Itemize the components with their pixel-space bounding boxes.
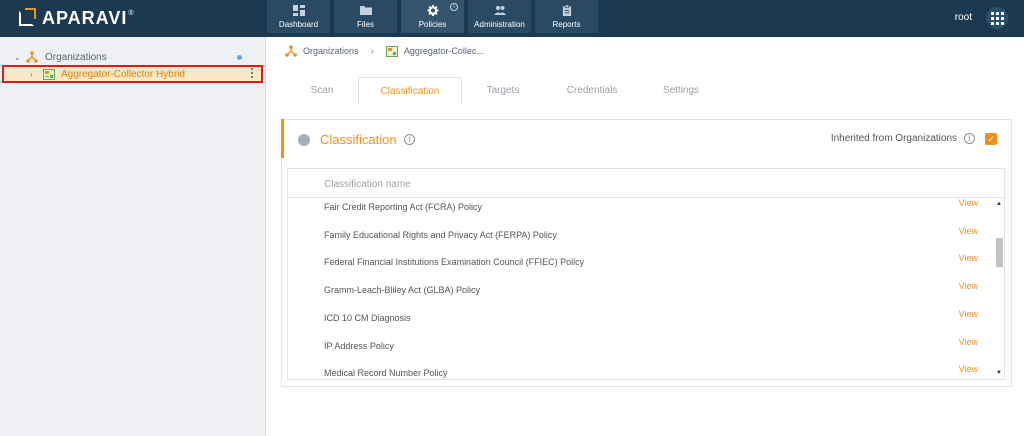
classification-name: ICD 10 CM Diagnosis (324, 312, 411, 323)
table-body: Fair Credit Reporting Act (FCRA) Policy … (288, 198, 993, 379)
nav-administration[interactable]: Administration (468, 0, 531, 33)
main-nav: Dashboard Files i Policies Administratio… (267, 0, 598, 37)
panel-accent (281, 119, 284, 158)
table-row: IP Address Policy View (288, 337, 993, 365)
more-options-icon[interactable] (251, 68, 253, 78)
inherited-checkbox[interactable]: ✓ (985, 133, 997, 145)
breadcrumb: Organizations › Aggregator-Collec... (285, 45, 484, 57)
logo-mark-icon (18, 8, 38, 28)
info-icon[interactable]: i (964, 133, 975, 144)
tab-settings[interactable]: Settings (656, 77, 706, 104)
classification-panel: Classification i Inherited from Organiza… (281, 119, 1012, 387)
nav-label: Policies (418, 20, 447, 29)
sidebar-tree: ⌄ Organizations › Aggregator-Collector H… (0, 37, 266, 436)
logo-text: APARAVI (42, 7, 128, 28)
apps-grid-button[interactable] (986, 7, 1008, 29)
view-link[interactable]: View (959, 281, 978, 291)
hierarchy-icon (26, 51, 38, 63)
view-link[interactable]: View (959, 309, 978, 319)
classification-icon (298, 134, 310, 146)
node-icon (385, 45, 398, 57)
chevron-down-icon[interactable]: ⌄ (14, 53, 26, 62)
view-link[interactable]: View (959, 364, 978, 374)
user-name[interactable]: root (955, 12, 972, 23)
classification-name: Medical Record Number Policy (324, 368, 448, 379)
scroll-up-icon[interactable]: ▲ (996, 201, 1002, 207)
table-row: Family Educational Rights and Privacy Ac… (288, 226, 993, 254)
gear-icon (427, 5, 438, 16)
nav-label: Files (357, 20, 374, 29)
tree-item-organizations[interactable]: ⌄ Organizations (14, 51, 107, 63)
inherited-label: Inherited from Organizations (830, 133, 957, 144)
nav-reports[interactable]: Reports (535, 0, 598, 33)
top-bar: APARAVI ® Dashboard Files i Policies Adm… (0, 0, 1024, 37)
nav-policies[interactable]: i Policies (401, 0, 464, 33)
table-row: ICD 10 CM Diagnosis View (288, 309, 993, 337)
info-icon[interactable]: i (450, 3, 458, 11)
scrollbar-thumb[interactable] (996, 238, 1003, 267)
apps-grid-icon (990, 11, 1004, 25)
info-icon[interactable]: i (404, 134, 415, 145)
aparavi-logo[interactable]: APARAVI ® (18, 7, 134, 29)
table-row: Gramm-Leach-Bliley Act (GLBA) Policy Vie… (288, 281, 993, 309)
logo-registered-mark: ® (128, 9, 134, 17)
column-header-name[interactable]: Classification name (324, 179, 411, 190)
tab-scan[interactable]: Scan (301, 77, 343, 104)
dashboard-icon (292, 5, 305, 16)
view-link[interactable]: View (959, 198, 978, 208)
tab-targets[interactable]: Targets (479, 77, 527, 104)
nav-label: Dashboard (278, 20, 319, 29)
classification-name: Fair Credit Reporting Act (FCRA) Policy (324, 202, 483, 212)
tree-item-aggregator-collector-hybrid[interactable]: › Aggregator-Collector Hybrid (2, 65, 263, 83)
nav-dashboard[interactable]: Dashboard (267, 0, 330, 33)
nav-label: Administration (474, 20, 525, 29)
tab-credentials[interactable]: Credentials (560, 77, 624, 104)
tab-bar: Scan Classification Targets Credentials … (281, 77, 1024, 104)
breadcrumb-organizations[interactable]: Organizations (303, 46, 359, 56)
table-row: Medical Record Number Policy View (288, 364, 993, 379)
table-scrollbar[interactable]: ▲ ▼ (994, 198, 1004, 379)
classification-name: Family Educational Rights and Privacy Ac… (324, 229, 557, 240)
tree-item-label: Aggregator-Collector Hybrid (61, 68, 185, 80)
view-link[interactable]: View (959, 253, 978, 263)
clipboard-icon (562, 5, 571, 16)
view-link[interactable]: View (959, 226, 978, 236)
users-icon (493, 6, 506, 15)
tree-item-label: Organizations (45, 51, 107, 63)
status-dot-icon (237, 55, 242, 60)
classification-table: Classification name Fair Credit Reportin… (287, 168, 1005, 380)
folder-icon (359, 6, 372, 15)
scroll-down-icon[interactable]: ▼ (996, 370, 1002, 376)
view-link[interactable]: View (959, 337, 978, 347)
node-icon (43, 68, 55, 80)
breadcrumb-current[interactable]: Aggregator-Collec... (404, 46, 484, 56)
chevron-right-icon[interactable]: › (4, 70, 33, 79)
hierarchy-icon (285, 45, 297, 57)
classification-name: IP Address Policy (324, 340, 394, 351)
nav-label: Reports (552, 20, 581, 29)
classification-name: Gramm-Leach-Bliley Act (GLBA) Policy (324, 285, 481, 296)
panel-title: Classification (320, 132, 397, 147)
nav-files[interactable]: Files (334, 0, 397, 33)
tab-classification[interactable]: Classification (358, 77, 462, 104)
table-header: Classification name (288, 169, 1004, 198)
chevron-right-icon: › (370, 45, 374, 57)
table-row: Fair Credit Reporting Act (FCRA) Policy … (288, 198, 993, 226)
table-row: Federal Financial Institutions Examinati… (288, 253, 993, 281)
classification-name: Federal Financial Institutions Examinati… (324, 257, 585, 268)
